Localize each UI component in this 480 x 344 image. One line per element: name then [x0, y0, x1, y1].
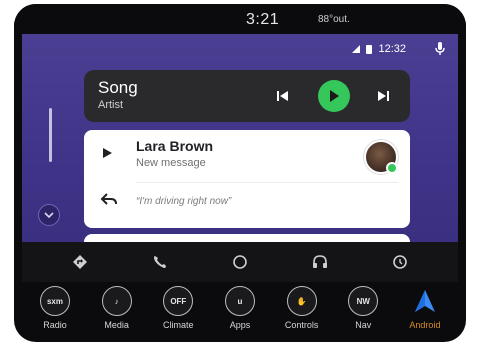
scroll-indicator[interactable]: [49, 108, 52, 162]
dock-label: Controls: [284, 320, 319, 330]
signal-icon: [352, 45, 361, 53]
song-title: Song: [98, 78, 138, 97]
dock-item-radio[interactable]: sxm Radio: [26, 286, 84, 340]
head-unit-dock: sxm Radio ♪ Media OFF Climate u Apps ✋ C…: [22, 286, 458, 340]
controls-icon: ✋: [286, 286, 317, 316]
radio-icon: sxm: [40, 286, 70, 316]
battery-icon: [366, 44, 373, 54]
play-message-icon[interactable]: [100, 146, 114, 160]
microphone-icon[interactable]: [434, 42, 446, 56]
compass-icon: NW: [348, 286, 379, 316]
dock-label: Media: [104, 320, 129, 330]
message-sender: Lara Brown: [136, 138, 214, 154]
message-card[interactable]: Lara Brown New message “I'm driving righ…: [84, 130, 410, 228]
climate-icon: OFF: [163, 286, 194, 316]
android-auto-screen: 12:32 Song Artist Lara Brown New message: [22, 34, 458, 242]
dock-label: Nav: [355, 320, 372, 330]
dock-item-android[interactable]: Android: [396, 286, 454, 340]
media-card[interactable]: Song Artist: [84, 70, 410, 122]
head-unit-clock: 3:21: [246, 11, 280, 28]
media-icon: ♪: [101, 286, 132, 316]
dock-label: Climate: [163, 320, 194, 330]
dock-label: Apps: [229, 320, 251, 330]
dock-label: Radio: [43, 320, 67, 330]
dock-item-nav[interactable]: NW Nav: [334, 286, 392, 340]
next-track-icon[interactable]: [374, 88, 392, 104]
scroll-down-button[interactable]: [38, 204, 60, 226]
play-icon: [330, 90, 339, 102]
message-preview: New message: [136, 157, 206, 169]
song-artist: Artist: [98, 99, 124, 111]
messaging-app-badge-icon: [386, 162, 398, 174]
dock-item-climate[interactable]: OFF Climate: [149, 286, 207, 340]
play-button[interactable]: [318, 80, 350, 112]
notifications-icon[interactable]: [391, 253, 409, 271]
next-card-peek[interactable]: [84, 234, 410, 242]
navigation-icon[interactable]: [71, 253, 89, 271]
dock-label: Android: [409, 320, 441, 330]
android-auto-logo-icon: [410, 286, 440, 316]
phone-icon[interactable]: [151, 253, 169, 271]
quick-reply-text[interactable]: “I'm driving right now”: [136, 196, 231, 207]
head-unit-top-bar: 3:21 88°out.: [14, 4, 466, 34]
reply-icon[interactable]: [100, 192, 118, 206]
status-bar: 12:32: [352, 42, 446, 56]
chevron-down-icon: [44, 206, 54, 224]
headphones-icon[interactable]: [311, 253, 329, 271]
dock-item-media[interactable]: ♪ Media: [88, 286, 146, 340]
previous-track-icon[interactable]: [274, 88, 292, 104]
apps-icon: u: [224, 286, 255, 316]
home-icon[interactable]: [231, 253, 249, 271]
android-auto-nav-bar: [22, 242, 458, 282]
status-time: 12:32: [378, 43, 406, 55]
outside-temperature: 88°out.: [318, 14, 350, 25]
dock-item-controls[interactable]: ✋ Controls: [273, 286, 331, 340]
dock-item-apps[interactable]: u Apps: [211, 286, 269, 340]
divider: [136, 182, 398, 183]
